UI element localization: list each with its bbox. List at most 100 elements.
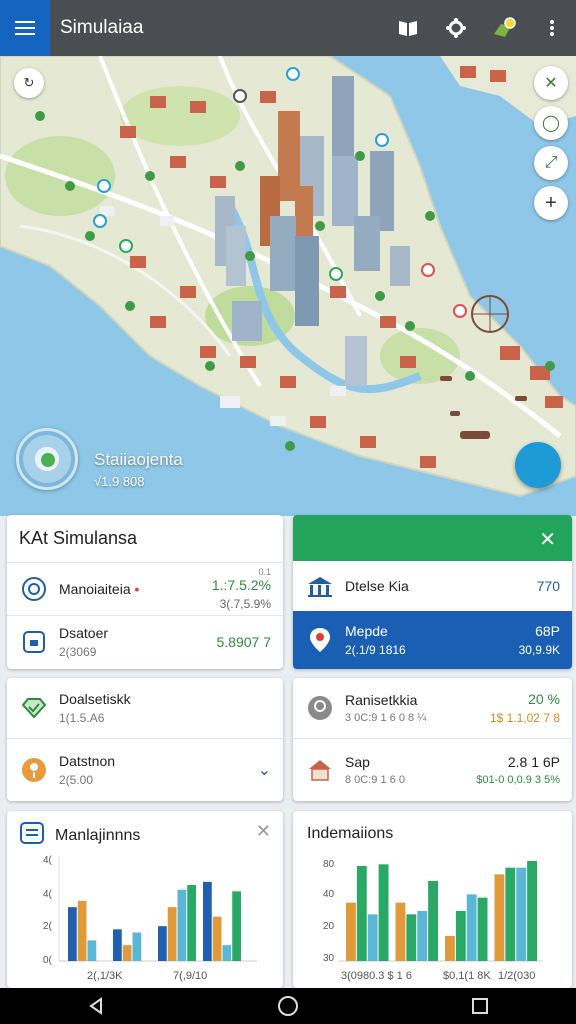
x-label: $0,1(1 8K — [443, 970, 491, 982]
item-name: Doalsetiskk — [59, 691, 131, 707]
close-icon[interactable]: ✕ — [539, 527, 556, 552]
chart-bar — [77, 900, 87, 961]
item-value-secondary: 3(.7,5.9% — [219, 597, 271, 611]
pin-badge-icon — [19, 755, 49, 785]
chart-bar — [395, 902, 406, 961]
list-item[interactable]: Dsatoer 2(3069 5.8907 7 — [7, 615, 283, 667]
chart-bar — [466, 894, 477, 961]
home-icon[interactable] — [268, 988, 308, 1024]
list-item[interactable]: Sap 8 0C:9 1 6 0 2.8 1 6P $01-0 0,0.9 3 … — [293, 738, 572, 800]
locate-button[interactable]: ◯ — [534, 106, 568, 140]
menu-button[interactable] — [0, 0, 50, 56]
floating-action-button[interactable] — [515, 442, 561, 488]
status-card-left: Doalsetiskk 1(1.5.A6 Datstnon 2(5.00 ⌄ — [7, 678, 283, 801]
y-tick: 30 — [323, 953, 335, 964]
zoom-in-button[interactable]: + — [534, 186, 568, 220]
item-value-secondary: $01-0 0,0.9 3 5% — [476, 773, 560, 786]
list-item[interactable]: Manoiaiteia • 0.1 1.:7.5.2% 3(.7,5.9% — [7, 563, 283, 615]
bar-chart-left: 4( 4( 2( 0( 2(,1/3K 7(,9/10 — [43, 855, 257, 982]
book-icon[interactable] — [384, 0, 432, 56]
house-icon — [305, 755, 335, 785]
item-name: Manoiaiteia • — [59, 581, 140, 597]
item-sub: 1(1.5.A6 — [59, 711, 105, 725]
x-label: 3(0980.3 $ 1 6 — [341, 970, 412, 982]
map-stat: Staiiaojenta √1.9 808 — [94, 450, 183, 489]
chart-bar — [203, 881, 212, 961]
square-icon — [19, 627, 49, 657]
chart-bar — [367, 914, 378, 961]
item-name: Datstnon — [59, 752, 116, 769]
shield-check-icon — [19, 693, 49, 723]
chart-bar — [113, 929, 122, 961]
chart-bar — [232, 891, 241, 961]
city-map[interactable]: ↻ ✕ ◯ ⤢ + Staiiaojenta √1.9 808 — [0, 56, 576, 516]
list-item[interactable]: Ranisetkkia 3 0C:9 1 6 0 8 ¼ 20 % 1$ 1.1… — [293, 678, 572, 738]
chart-bar — [505, 867, 516, 961]
expand-button[interactable]: ⤢ — [534, 146, 568, 180]
chart-bar — [346, 902, 356, 961]
item-small: 0.1 — [258, 567, 271, 577]
item-sub: 3 0C:9 1 6 0 8 ¼ — [345, 712, 427, 724]
list-item[interactable]: Datstnon 2(5.00 ⌄ — [7, 738, 283, 800]
card-title: KAt Simulansa — [7, 515, 283, 563]
chart-bar — [87, 940, 97, 961]
item-name: Dtelse Kia — [345, 578, 409, 594]
y-tick: 20 — [323, 921, 335, 932]
chart-bar — [187, 885, 196, 961]
chart-bar — [527, 861, 537, 961]
x-label: 7(,9/10 — [173, 970, 207, 982]
item-value: 20 % — [528, 691, 560, 707]
chart-bar — [445, 936, 455, 961]
compass-button[interactable]: ↻ — [14, 68, 44, 98]
chart-bar — [516, 867, 527, 961]
chart-bar — [406, 914, 417, 961]
item-sub: 2(.1/9 1816 — [345, 643, 406, 657]
system-nav-bar — [0, 988, 576, 1024]
y-tick: 80 — [323, 859, 335, 870]
detail-card: ✕ Dtelse Kia 770 Mepde 2(.1/9 1816 68P 3… — [293, 515, 572, 669]
chart-bar — [417, 911, 428, 961]
item-name: Dsatoer — [59, 624, 109, 641]
item-name: Ranisetkkia — [345, 692, 418, 708]
chart-bar — [455, 911, 466, 961]
chart-bar — [428, 881, 438, 961]
chart-bar — [177, 889, 187, 961]
list-item[interactable]: Dtelse Kia 770 — [293, 561, 572, 611]
menu-icon — [15, 19, 35, 37]
y-tick: 0( — [43, 955, 53, 966]
building-icon — [305, 571, 335, 601]
item-value-secondary: 1$ 1.1,02 7 8 — [489, 711, 560, 725]
item-value: 1.:7.5.2% — [211, 577, 271, 593]
y-tick: 4( — [43, 855, 53, 866]
recents-icon[interactable] — [460, 988, 500, 1024]
map-stat-value: √1.9 808 — [94, 474, 145, 489]
list-item-selected[interactable]: Mepde 2(.1/9 1816 68P 30,9.9K — [293, 611, 572, 669]
radar-widget[interactable] — [16, 428, 78, 490]
item-sub: 2(5.00 — [59, 772, 94, 787]
map-badge-icon[interactable] — [480, 0, 528, 56]
chart-bar — [158, 926, 167, 961]
layers-button[interactable]: ✕ — [534, 66, 568, 100]
item-value: 5.8907 7 — [216, 633, 272, 650]
item-name: Mepde — [345, 623, 388, 639]
app-title: Simulaiaa — [60, 17, 144, 38]
app-bar: Simulaiaa — [0, 0, 576, 56]
settings-gear-icon[interactable] — [432, 0, 480, 56]
item-value: 770 — [536, 578, 560, 594]
more-vert-icon[interactable] — [528, 0, 576, 56]
chart-bar — [494, 874, 505, 961]
x-label: 2(,1/3K — [87, 970, 123, 982]
chevron-down-icon[interactable]: ⌄ — [258, 760, 271, 780]
item-sub: 2(3069 — [59, 644, 97, 659]
back-icon[interactable] — [76, 988, 116, 1024]
item-value: 68P — [535, 623, 560, 639]
kat-simulansa-card: KAt Simulansa Manoiaiteia • 0.1 1.:7.5.2… — [7, 515, 283, 669]
chart-bar — [68, 907, 77, 961]
card-header-bar: ✕ — [293, 515, 572, 561]
location-circle-icon — [305, 693, 335, 723]
chart-card-right: Indemaiions 80 40 20 30 3(0980.3 $ 1 6 $… — [293, 811, 572, 988]
chart-bar — [167, 907, 177, 961]
list-item[interactable]: Doalsetiskk 1(1.5.A6 — [7, 678, 283, 738]
map-illustration — [0, 56, 576, 516]
y-tick: 2( — [43, 921, 53, 932]
